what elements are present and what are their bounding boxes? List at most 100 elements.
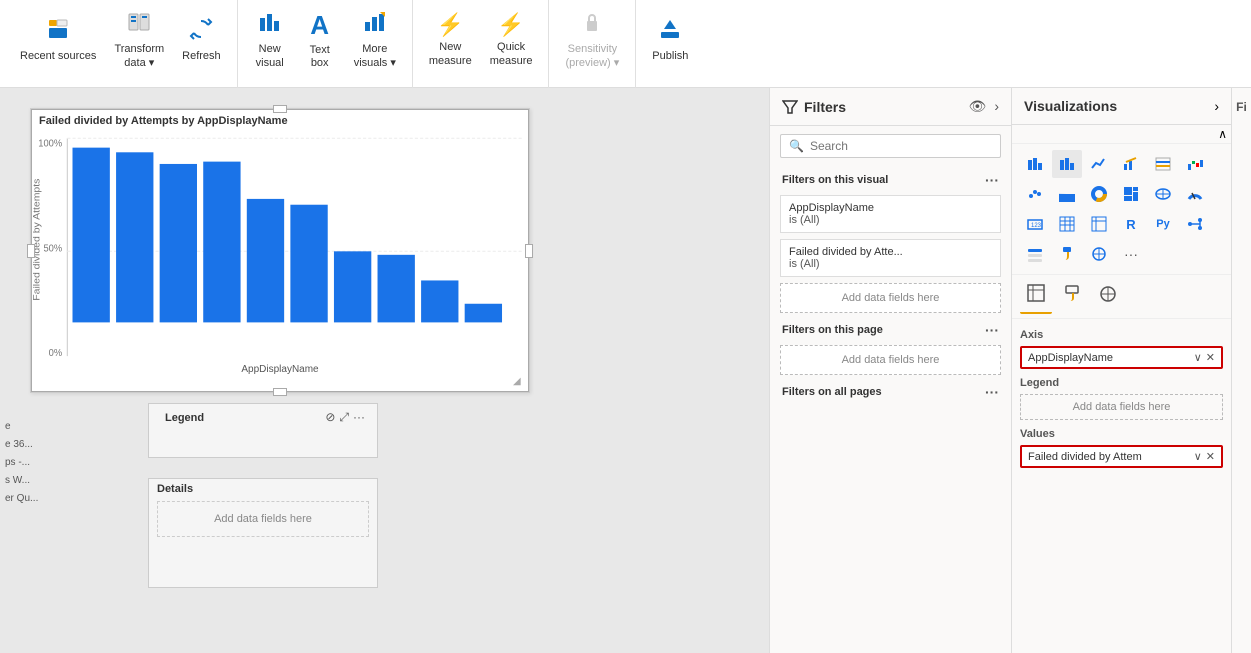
viz-icon-matrix[interactable] (1084, 210, 1114, 238)
axis-chip-remove[interactable]: ✕ (1206, 351, 1215, 364)
filter-search-box[interactable]: 🔍 (780, 134, 1001, 158)
axis-field-chip[interactable]: AppDisplayName ∨ ✕ (1020, 346, 1223, 369)
legend-section-label: Legend (1020, 371, 1223, 392)
canvas-area: e e 36... ps -... s W... er Qu... Failed… (0, 88, 769, 653)
text-box-icon: A (310, 10, 329, 41)
filters-page-more[interactable]: ··· (985, 322, 999, 338)
publish-label: Publish (652, 50, 688, 63)
toolbar-insert-group: Newvisual A Textbox Morevisuals ▾ Insert (238, 0, 413, 88)
viz-icon-r-visual[interactable]: R (1116, 210, 1146, 238)
filters-eye-icon[interactable]: 👁 (969, 98, 987, 115)
filters-visual-more[interactable]: ··· (985, 172, 999, 188)
filter-card-failed-divided[interactable]: Failed divided by Atte... is (All) (780, 239, 1001, 277)
format-well-button[interactable] (1056, 279, 1088, 314)
filters-page-add[interactable]: Add data fields here (780, 345, 1001, 375)
viz-icon-map[interactable] (1148, 180, 1178, 208)
viz-icon-decomp-tree[interactable] (1180, 210, 1210, 238)
sensitivity-button[interactable]: Sensitivity(preview) ▾ (557, 4, 627, 76)
new-measure-button[interactable]: ⚡ Newmeasure (421, 4, 480, 76)
viz-icon-donut[interactable] (1084, 180, 1114, 208)
viz-icon-slicer[interactable] (1020, 240, 1050, 268)
viz-icon-pie[interactable] (1052, 180, 1082, 208)
recent-sources-button[interactable]: Recent sources (12, 4, 104, 76)
analytics-well-button[interactable] (1092, 279, 1124, 314)
details-box[interactable]: Details Add data fields here (148, 478, 378, 588)
viz-icon-table[interactable] (1052, 210, 1082, 238)
values-chip-chevron[interactable]: ∨ (1194, 450, 1202, 463)
sensitivity-label: Sensitivity(preview) ▾ (565, 43, 619, 69)
legend-box[interactable]: Legend ⊘ ⤢ ··· (148, 403, 378, 458)
scroll-up-icon[interactable]: ∧ (1218, 127, 1227, 141)
toolbar-sensitivity-group: Sensitivity(preview) ▾ Sensitivity (549, 0, 636, 88)
details-title: Details (149, 479, 377, 497)
viz-icon-treemap[interactable] (1116, 180, 1146, 208)
chip-actions-axis: ∨ ✕ (1194, 351, 1215, 364)
viz-expand-icon[interactable]: › (1214, 98, 1219, 114)
toolbar-calculations-group: ⚡ Newmeasure ⚡ Quickmeasure Calculations (413, 0, 550, 88)
values-chip-remove[interactable]: ✕ (1206, 450, 1215, 463)
filter-search-input[interactable] (810, 139, 992, 153)
sensitivity-icon (580, 10, 604, 40)
viz-icon-more[interactable]: ··· (1116, 240, 1146, 268)
visualizations-panel: Visualizations › ∧ 123 R (1011, 88, 1231, 653)
viz-icon-python-visual[interactable]: Py (1148, 210, 1178, 238)
right-resize[interactable] (525, 244, 533, 258)
more-icon[interactable]: ··· (353, 410, 365, 425)
filter-icon (782, 99, 798, 115)
toolbar-queries-group: Recent sources Transformdata ▾ Refresh Q… (4, 0, 238, 88)
values-field-name: Failed divided by Attem (1028, 451, 1142, 463)
viz-icon-scatter[interactable] (1020, 180, 1050, 208)
field-wells: Axis AppDisplayName ∨ ✕ Legend Add data … (1012, 319, 1231, 653)
viz-icon-gauge[interactable] (1180, 180, 1210, 208)
axis-section-label: Axis (1020, 323, 1223, 344)
values-field-chip[interactable]: Failed divided by Attem ∨ ✕ (1020, 445, 1223, 468)
viz-icon-line-chart[interactable] (1084, 150, 1114, 178)
filters-chevron-icon[interactable]: › (994, 98, 999, 115)
refresh-label: Refresh (182, 50, 221, 63)
new-visual-button[interactable]: Newvisual (246, 4, 294, 76)
viz-icon-bar-chart[interactable] (1052, 150, 1082, 178)
refresh-button[interactable]: Refresh (174, 4, 229, 76)
filters-visual-add[interactable]: Add data fields here (780, 283, 1001, 313)
viz-icon-bar-line[interactable] (1116, 150, 1146, 178)
legend-field-placeholder[interactable]: Add data fields here (1020, 394, 1223, 420)
format-icon (1062, 284, 1082, 309)
publish-button[interactable]: Publish (644, 4, 696, 76)
values-section-label: Values (1020, 422, 1223, 443)
new-measure-icon: ⚡ (437, 12, 464, 38)
fields-panel-collapsed[interactable]: Fi (1231, 88, 1251, 653)
viz-icon-card[interactable]: 123 (1020, 210, 1050, 238)
filter-icon[interactable]: ⊘ (325, 410, 335, 425)
chart-resize-handle[interactable]: ◢ (513, 376, 529, 392)
viz-icons-grid: 123 R Py ··· (1012, 144, 1231, 275)
viz-icon-format-brush[interactable] (1052, 240, 1082, 268)
viz-icon-stacked-bar[interactable] (1020, 150, 1050, 178)
svg-text:0%: 0% (49, 348, 63, 360)
refresh-icon (189, 17, 213, 47)
viz-icon-analytics[interactable] (1084, 240, 1114, 268)
axis-chip-chevron[interactable]: ∨ (1194, 351, 1202, 364)
legend-title: Legend (157, 408, 212, 426)
quick-measure-icon: ⚡ (497, 12, 524, 38)
transform-data-button[interactable]: Transformdata ▾ (106, 4, 172, 76)
fields-well-button[interactable] (1020, 279, 1052, 314)
more-visuals-button[interactable]: Morevisuals ▾ (346, 4, 404, 76)
bottom-resize[interactable] (273, 388, 287, 396)
text-box-button[interactable]: A Textbox (296, 4, 344, 76)
viz-header: Visualizations › (1012, 88, 1231, 125)
filter-card-appdisplayname[interactable]: AppDisplayName is (All) (780, 195, 1001, 233)
new-measure-label: Newmeasure (429, 41, 472, 67)
top-resize[interactable] (273, 105, 287, 113)
details-add-placeholder[interactable]: Add data fields here (157, 501, 369, 537)
chart-visual[interactable]: Failed divided by Attempts by AppDisplay… (30, 108, 530, 393)
filters-header: Filters 👁 › (770, 88, 1011, 126)
left-resize[interactable] (27, 244, 35, 258)
viz-icon-ribbon[interactable] (1148, 150, 1178, 178)
quick-measure-button[interactable]: ⚡ Quickmeasure (482, 4, 541, 76)
viz-icon-waterfall[interactable] (1180, 150, 1210, 178)
filters-on-all-pages-header: Filters on all pages ··· (770, 378, 1011, 404)
filters-all-more[interactable]: ··· (985, 384, 999, 400)
expand-icon[interactable]: ⤢ (339, 410, 349, 425)
recent-sources-label: Recent sources (20, 50, 96, 63)
more-visuals-icon (363, 10, 387, 40)
